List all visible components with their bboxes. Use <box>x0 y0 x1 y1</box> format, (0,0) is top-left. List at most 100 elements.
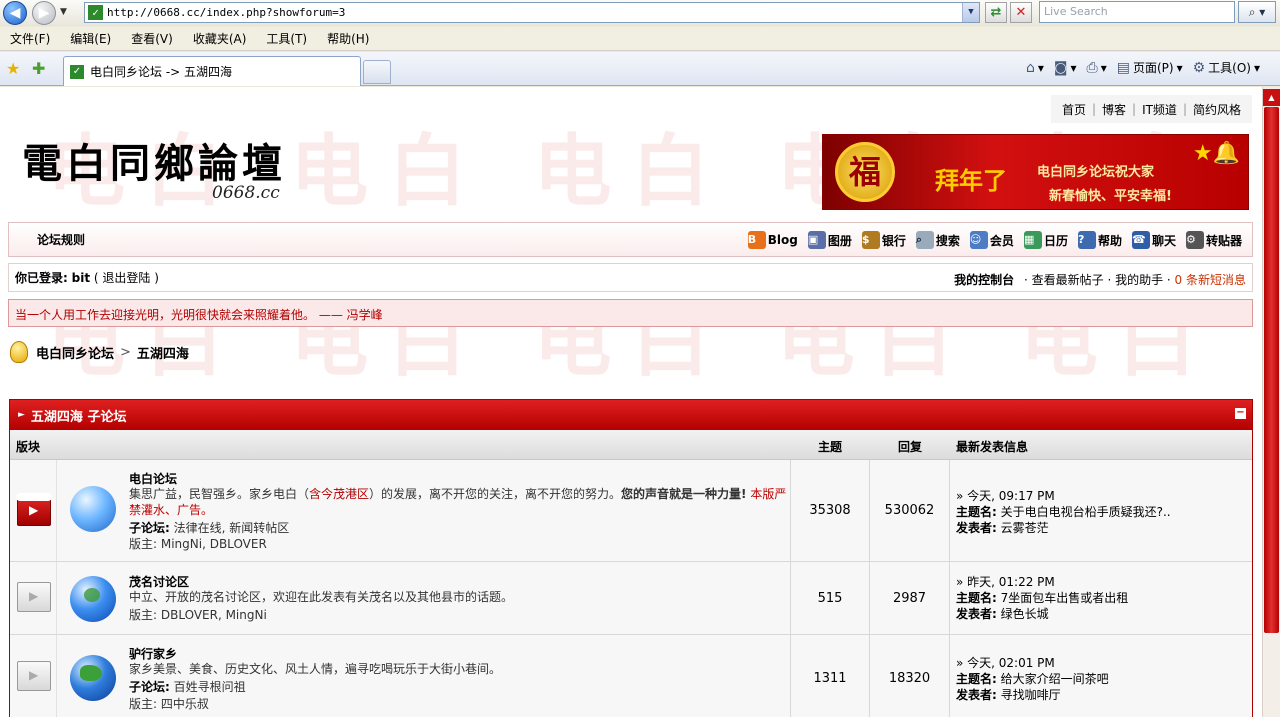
author-link[interactable]: 寻找咖啡厅 <box>997 688 1061 702</box>
subforum-label: 子论坛: <box>129 680 170 694</box>
newest-posts-link[interactable]: · 查看最新帖子 <box>1024 273 1104 287</box>
topnav-it[interactable]: IT频道 <box>1137 101 1182 118</box>
control-panel-link[interactable]: 我的控制台 <box>954 273 1014 287</box>
stop-button[interactable]: ✕ <box>1010 2 1032 23</box>
menu-bar: 文件(F) 编辑(E) 查看(V) 收藏夹(A) 工具(T) 帮助(H) <box>0 27 1280 51</box>
forum-name[interactable]: 驴行家乡 <box>129 645 177 662</box>
refresh-button[interactable]: ⇄ <box>985 2 1007 23</box>
collapse-button[interactable]: − <box>1235 408 1246 419</box>
menu-help[interactable]: 帮助(H) <box>321 30 375 47</box>
menu-view[interactable]: 查看(V) <box>125 30 179 47</box>
subject-label: 主题名: <box>956 505 997 519</box>
forward-button[interactable]: ▶ <box>32 1 56 25</box>
banner-line1: 电白同乡论坛祝大家 <box>1037 165 1155 180</box>
topics-count: 515 <box>791 562 870 634</box>
forum-toolbar: 论坛规则 B Blog ▣ 图册 $ 银行 ⌕ 搜索 ☺ 会员 ▦ 日历 ? 帮助 ☎ 聊天 ⚙… <box>8 222 1253 257</box>
last-post-time[interactable]: » 今天, 02:01 PM <box>956 654 1055 671</box>
tools-menu-button[interactable]: ⚙ 工具(O) ▾ <box>1193 59 1260 76</box>
url-dropdown-icon[interactable]: ▼ <box>962 3 979 22</box>
moderators: 版主: 四中乐叔 <box>129 697 209 711</box>
subject-link[interactable]: 给大家介绍一间茶吧 <box>997 672 1109 686</box>
toolbar-calendar-label: 日历 <box>1043 233 1068 248</box>
topics-value: 515 <box>817 591 843 606</box>
forum-description: 家乡美景、美食、历史文化、风土人情，遍寻吃喝玩乐于大街小巷间。 <box>129 662 502 676</box>
rules-link[interactable]: 论坛规则 <box>37 231 85 248</box>
home-button[interactable]: ⌂ ▾ <box>1026 60 1044 76</box>
toolbar-repost[interactable]: ⚙ 转贴器 <box>1185 231 1242 249</box>
menu-file[interactable]: 文件(F) <box>4 30 56 47</box>
breadcrumb-root[interactable]: 电白同乡论坛 <box>36 343 114 362</box>
menu-favorites[interactable]: 收藏夹(A) <box>187 30 253 47</box>
toolbar-members[interactable]: ☺ 会员 <box>969 231 1014 249</box>
forum-description: 集思广益，民智强乡。家乡电白（含今茂港区）的发展，离不开您的关注，离不开您的努力… <box>129 486 789 518</box>
topnav-simple[interactable]: 简约风格 <box>1188 101 1246 118</box>
topnav-home[interactable]: 首页 <box>1057 101 1091 118</box>
toolbar-chat[interactable]: ☎ 聊天 <box>1131 231 1176 249</box>
forum-name[interactable]: 茂名讨论区 <box>129 573 189 590</box>
subforum-title[interactable]: 五湖四海 子论坛 <box>31 406 127 425</box>
toolbar-calendar[interactable]: ▦ 日历 <box>1023 231 1068 249</box>
logout-link[interactable]: ( 退出登陆 ) <box>94 269 159 286</box>
no-new-posts-icon[interactable] <box>17 582 51 612</box>
toolbar-gallery-label: 图册 <box>827 233 852 248</box>
subject-link[interactable]: 关于电白电视台柗手质疑我还?.. <box>997 505 1171 519</box>
history-dropdown-icon[interactable]: ▼ <box>60 7 67 17</box>
subject-link[interactable]: 7坐面包车出售或者出租 <box>997 591 1129 605</box>
new-year-banner[interactable]: 福 拜年了 电白同乡论坛祝大家 新春愉快、平安幸福! ★🔔 <box>822 134 1249 210</box>
toolbar-bank[interactable]: $ 银行 <box>861 231 906 249</box>
replies-value: 530062 <box>884 503 935 518</box>
print-button[interactable]: ⎙ ▾ <box>1086 60 1106 76</box>
toolbar-links: B Blog ▣ 图册 $ 银行 ⌕ 搜索 ☺ 会员 ▦ 日历 ? 帮助 ☎ 聊天 ⚙ 转贴器 <box>747 231 1242 249</box>
desc-link[interactable]: 含今茂港区 <box>309 487 369 501</box>
subforum-links[interactable]: 法律在线, 新闻转帖区 <box>170 521 290 535</box>
subforum-label: 子论坛: <box>129 521 170 535</box>
assistant-link[interactable]: · 我的助手 · <box>1107 273 1170 287</box>
url-field[interactable]: ✓ http://0668.cc/index.php?showforum=3 ▼ <box>84 2 980 23</box>
last-post-subject: 主题名: 7坐面包车出售或者出租 <box>956 589 1128 606</box>
search-icon: ⌕ ▾ <box>1248 5 1266 19</box>
back-button[interactable]: ◀ <box>3 1 27 25</box>
login-user[interactable]: bit <box>72 271 90 285</box>
search-input[interactable]: Live Search <box>1039 1 1235 23</box>
new-posts-icon[interactable] <box>16 493 52 526</box>
menu-edit[interactable]: 编辑(E) <box>64 30 117 47</box>
menu-tools[interactable]: 工具(T) <box>260 30 313 47</box>
home-icon: ⌂ <box>1025 59 1035 76</box>
breadcrumb-current[interactable]: 五湖四海 <box>137 343 189 362</box>
favorites-star-icon[interactable]: ★ <box>6 59 20 78</box>
vertical-scrollbar[interactable]: ▲ <box>1262 87 1280 717</box>
author-label: 发表者: <box>956 521 997 535</box>
scroll-up-arrow-icon[interactable]: ▲ <box>1263 89 1280 106</box>
messages-link[interactable]: 0 条新短消息 <box>1175 273 1246 287</box>
toolbar-help-label: 帮助 <box>1097 233 1122 248</box>
page-menu-button[interactable]: ▤ 页面(P) ▾ <box>1117 59 1183 76</box>
toolbar-blog[interactable]: B Blog <box>747 231 798 249</box>
back-arrow-icon: ◀ <box>9 5 21 21</box>
login-prefix: 你已登录: <box>15 271 68 285</box>
moderators: 版主: DBLOVER, MingNi <box>129 608 267 622</box>
search-button[interactable]: ⌕ ▾ <box>1238 1 1276 23</box>
toolbar-help[interactable]: ? 帮助 <box>1077 231 1122 249</box>
login-bar: 你已登录: bit ( 退出登陆 ) 我的控制台 · 查看最新帖子 · 我的助手… <box>8 263 1253 292</box>
feeds-button[interactable]: ◙ ▾ <box>1054 60 1077 76</box>
add-favorite-icon[interactable]: ✚ <box>32 59 45 78</box>
forum-name[interactable]: 电白论坛 <box>129 470 177 487</box>
toolbar-search[interactable]: ⌕ 搜索 <box>915 231 960 249</box>
subforum-list: 子论坛: 百姓寻根问祖 <box>129 678 246 695</box>
new-tab-button[interactable] <box>363 60 391 84</box>
topnav-blog[interactable]: 博客 <box>1097 101 1131 118</box>
scroll-thumb[interactable] <box>1264 107 1279 633</box>
forum-description: 中立、开放的茂名讨论区，欢迎在此发表有关茂名以及其他县市的话题。 <box>129 590 514 604</box>
globe-icon <box>70 486 116 532</box>
no-new-posts-icon[interactable] <box>17 661 51 691</box>
last-post-time[interactable]: » 昨天, 01:22 PM <box>956 573 1055 590</box>
subforum-links[interactable]: 百姓寻根问祖 <box>170 680 246 694</box>
toolbar-gallery[interactable]: ▣ 图册 <box>807 231 852 249</box>
stop-icon: ✕ <box>1015 5 1027 20</box>
last-post-time[interactable]: » 今天, 09:17 PM <box>956 487 1055 504</box>
forum-cell: 茂名讨论区 中立、开放的茂名讨论区，欢迎在此发表有关茂名以及其他县市的话题。 版… <box>58 562 791 634</box>
author-link[interactable]: 云雾苍茫 <box>997 521 1049 535</box>
author-link[interactable]: 绿色长城 <box>997 607 1049 621</box>
site-logo[interactable]: 電白同鄉論壇 0668.cc <box>22 131 312 207</box>
tab-current[interactable]: ✓ 电白同乡论坛 -> 五湖四海 <box>63 56 361 86</box>
